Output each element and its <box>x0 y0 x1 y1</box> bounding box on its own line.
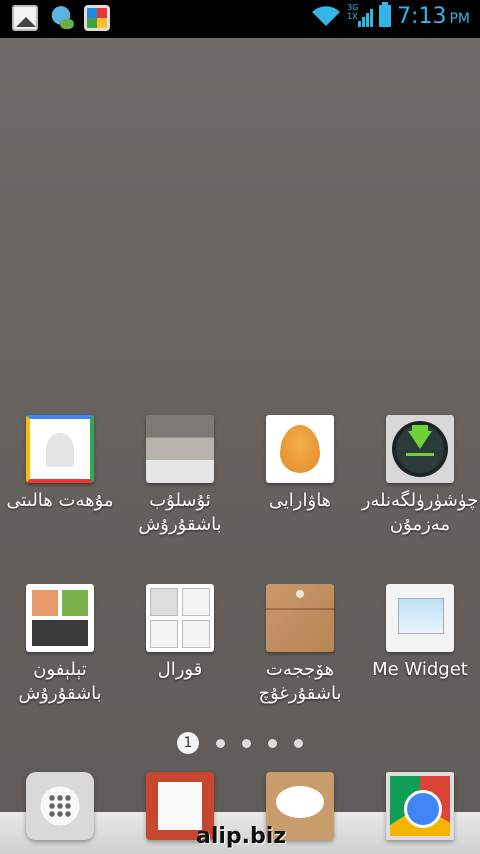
app-weather[interactable]: ھاۋارايى <box>240 415 360 513</box>
app-label: Me Widget <box>372 659 468 680</box>
notification-icons <box>12 5 110 31</box>
file-manager-icon <box>266 584 334 652</box>
app-tools[interactable]: قورال <box>120 584 240 682</box>
app-downloads[interactable]: چۈشۈرۈلگەنلەر مەزمۇن <box>360 415 480 537</box>
cellular-signal-icon: 3G 1X <box>347 3 374 29</box>
page-dot[interactable] <box>294 738 303 748</box>
page-dot[interactable] <box>242 738 251 748</box>
app-file-manager[interactable]: ھۆججەت باشقۇرغۇچ <box>240 584 360 706</box>
app-label: ھاۋارايى <box>268 490 332 511</box>
wifi-icon <box>312 6 341 26</box>
all-apps-icon[interactable] <box>26 772 94 840</box>
wallpaper-icon <box>266 415 334 483</box>
phone-manager-icon <box>26 584 94 652</box>
app-label: تېلېفون باشقۇرۇش <box>18 659 102 704</box>
store-notification-icon <box>84 5 110 31</box>
battery-icon <box>379 2 392 27</box>
system-status: 3G 1X 7:13 PM <box>311 2 470 29</box>
app-label: مۇھەت ھالىتى <box>6 490 114 511</box>
app-phone-manager[interactable]: تېلېفون باشقۇرۇش <box>0 584 120 706</box>
watermark: alip.biz <box>196 824 287 849</box>
tools-icon <box>146 584 214 652</box>
chat-notification-icon <box>48 5 74 31</box>
page-dot[interactable] <box>268 738 277 748</box>
app-label: قورال <box>157 659 203 680</box>
contacts-icon <box>26 415 94 483</box>
status-bar: 3G 1X 7:13 PM <box>0 0 480 38</box>
page-dot[interactable] <box>216 738 225 748</box>
network-type-label: 3G 1X <box>347 3 359 21</box>
page-dot-current[interactable]: 1 <box>177 732 199 754</box>
download-icon <box>386 415 454 483</box>
app-me-widget[interactable]: Me Widget <box>360 584 480 682</box>
app-label: ئۇسلۇب باشقۇرۇش <box>138 490 222 535</box>
status-clock: 7:13 PM <box>397 3 470 29</box>
app-label: چۈشۈرۈلگەنلەر مەزمۇن <box>361 490 479 535</box>
browser-icon[interactable] <box>386 772 454 840</box>
app-label: ھۆججەت باشقۇرغۇچ <box>258 659 342 704</box>
app-theme-manager[interactable]: ئۇسلۇب باشقۇرۇش <box>120 415 240 537</box>
gallery-notification-icon <box>12 5 38 31</box>
theme-icon <box>146 415 214 483</box>
widget-icon <box>386 584 454 652</box>
page-indicator: 1 <box>0 732 480 754</box>
app-status-mode[interactable]: مۇھەت ھالىتى <box>0 415 120 513</box>
